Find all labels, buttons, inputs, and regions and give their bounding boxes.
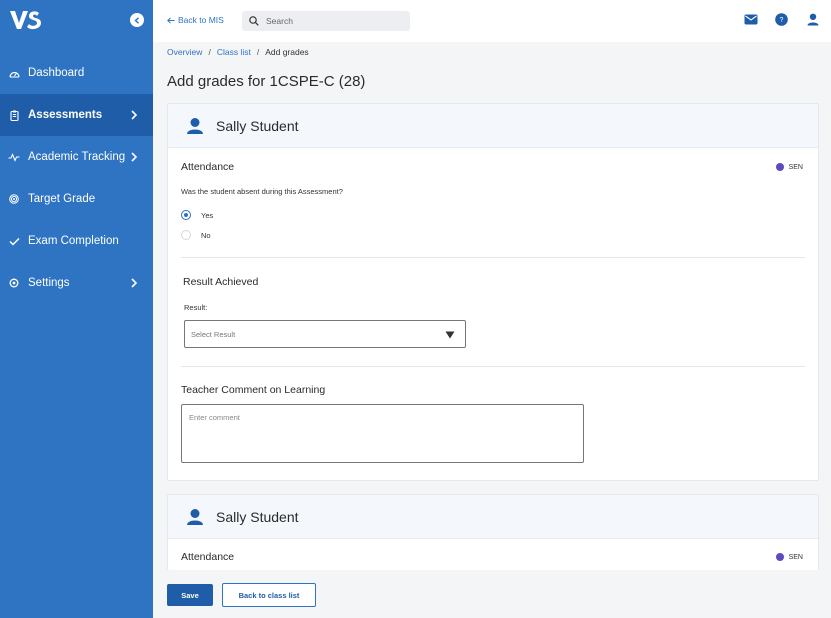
- student-name: Sally Student: [216, 117, 299, 134]
- attendance-option-yes[interactable]: Yes: [181, 210, 213, 220]
- sidebar-item-label: Assessments: [28, 109, 103, 121]
- chevron-right-icon: [131, 278, 138, 288]
- save-button[interactable]: Save: [167, 584, 213, 606]
- attendance-title: Attendance: [181, 161, 235, 173]
- arrow-left-icon: [167, 16, 175, 24]
- attendance-title: Attendance: [181, 551, 235, 563]
- sen-badge: SEN: [775, 163, 803, 171]
- radio-yes[interactable]: [181, 210, 191, 220]
- student-card: Sally Student Attendance SEN Was the stu…: [167, 103, 819, 481]
- breadcrumb-current: Add grades: [265, 47, 309, 57]
- sidebar: Dashboard Assessments Academic Tracking …: [0, 0, 153, 618]
- result-title: Result Achieved: [183, 276, 259, 288]
- comment-title: Teacher Comment on Learning: [181, 384, 326, 396]
- user-icon[interactable]: [807, 13, 819, 26]
- page-title: Add grades for 1CSPE-C (28): [167, 73, 366, 90]
- svg-text:?: ?: [780, 17, 784, 24]
- sen-label: SEN: [788, 163, 803, 171]
- result-select[interactable]: Select Result: [184, 320, 466, 348]
- divider: [181, 257, 805, 258]
- sen-label: SEN: [788, 553, 803, 561]
- caret-down-icon: [445, 331, 455, 339]
- search-box[interactable]: [242, 11, 410, 31]
- comment-textarea[interactable]: [181, 404, 584, 463]
- sidebar-item-dashboard[interactable]: Dashboard: [0, 52, 153, 94]
- absent-question: Was the student absent during this Asses…: [181, 187, 343, 196]
- sidebar-item-exam-completion[interactable]: Exam Completion: [0, 220, 153, 262]
- radio-label-no: No: [201, 230, 211, 240]
- student-avatar-icon: [187, 117, 203, 134]
- student-card: Sally Student Attendance SEN: [167, 494, 819, 570]
- help-icon[interactable]: ?: [775, 13, 788, 26]
- gear-icon: [8, 277, 20, 289]
- student-name: Sally Student: [216, 508, 299, 525]
- result-select-value: Select Result: [191, 329, 236, 339]
- sidebar-item-assessments[interactable]: Assessments: [0, 94, 153, 136]
- vsware-logo[interactable]: [9, 8, 43, 32]
- mail-icon[interactable]: [744, 14, 758, 25]
- back-to-mis-label: Back to MIS: [178, 15, 224, 25]
- form-footer: Save Back to class list: [153, 570, 831, 618]
- breadcrumb: Overview / Class list / Add grades: [167, 47, 309, 57]
- search-icon: [249, 16, 259, 26]
- check-icon: [8, 235, 20, 247]
- search-input[interactable]: [266, 16, 396, 26]
- back-to-class-list-button[interactable]: Back to class list: [222, 583, 316, 607]
- result-label: Result:: [184, 303, 208, 312]
- sidebar-item-settings[interactable]: Settings: [0, 262, 153, 304]
- sidebar-item-academic-tracking[interactable]: Academic Tracking: [0, 136, 153, 178]
- student-card-header: Sally Student: [168, 104, 818, 148]
- sidebar-item-target-grade[interactable]: Target Grade: [0, 178, 153, 220]
- back-to-mis-link[interactable]: Back to MIS: [167, 15, 224, 25]
- top-bar: Back to MIS ?: [153, 0, 831, 42]
- student-avatar-icon: [187, 508, 203, 525]
- gauge-icon: [8, 67, 20, 79]
- sidebar-item-label: Exam Completion: [28, 235, 119, 247]
- breadcrumb-separator: /: [208, 47, 211, 57]
- pulse-icon: [8, 151, 20, 163]
- clipboard-icon: [8, 109, 20, 121]
- collapse-sidebar-button[interactable]: [130, 13, 144, 27]
- sidebar-item-label: Dashboard: [28, 67, 85, 79]
- breadcrumb-separator: /: [256, 47, 260, 57]
- attendance-option-no[interactable]: No: [181, 230, 211, 240]
- breadcrumb-overview[interactable]: Overview: [167, 47, 202, 57]
- divider: [181, 366, 805, 367]
- sen-dot-icon: [775, 553, 784, 561]
- sidebar-item-label: Academic Tracking: [28, 151, 126, 163]
- target-icon: [8, 193, 20, 205]
- sidebar-nav: Dashboard Assessments Academic Tracking …: [0, 52, 153, 304]
- student-card-header: Sally Student: [168, 495, 818, 539]
- sen-dot-icon: [775, 163, 784, 171]
- chevron-right-icon: [131, 110, 138, 120]
- radio-no[interactable]: [181, 230, 191, 240]
- sidebar-item-label: Target Grade: [28, 193, 96, 205]
- sen-badge: SEN: [775, 553, 803, 561]
- chevron-right-icon: [131, 152, 138, 162]
- sidebar-item-label: Settings: [28, 277, 70, 289]
- radio-label-yes: Yes: [201, 210, 214, 220]
- chevron-left-icon: [134, 16, 139, 24]
- breadcrumb-class-list[interactable]: Class list: [217, 47, 251, 57]
